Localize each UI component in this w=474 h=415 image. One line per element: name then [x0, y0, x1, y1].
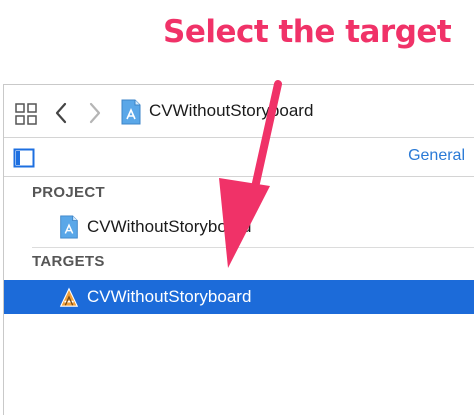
- project-file-icon: [60, 215, 78, 239]
- section-divider: [32, 247, 474, 248]
- target-item-label: CVWithoutStoryboard: [87, 287, 252, 306]
- tab-general[interactable]: General: [408, 147, 465, 165]
- editor-toolbar: General: [4, 138, 474, 177]
- project-section-header: PROJECT: [32, 184, 105, 201]
- project-item-label: CVWithoutStoryboard: [87, 217, 252, 236]
- targets-section-header: TARGETS: [32, 253, 105, 270]
- back-chevron-icon[interactable]: [54, 102, 68, 124]
- jump-bar: CVWithoutStoryboard: [4, 85, 474, 138]
- forward-chevron-icon[interactable]: [88, 102, 102, 124]
- project-file-icon: [121, 99, 141, 125]
- annotation-text: Select the target: [163, 14, 452, 50]
- target-list-item[interactable]: CVWithoutStoryboard: [4, 280, 474, 314]
- xcode-project-editor: CVWithoutStoryboard General PROJECT CVWi…: [3, 84, 474, 415]
- sidebar-toggle-icon[interactable]: [13, 148, 35, 168]
- jump-bar-file-label[interactable]: CVWithoutStoryboard: [149, 101, 313, 121]
- app-target-icon: [59, 287, 79, 307]
- related-items-grid-icon[interactable]: [15, 103, 37, 125]
- project-list-item[interactable]: CVWithoutStoryboard: [4, 210, 474, 244]
